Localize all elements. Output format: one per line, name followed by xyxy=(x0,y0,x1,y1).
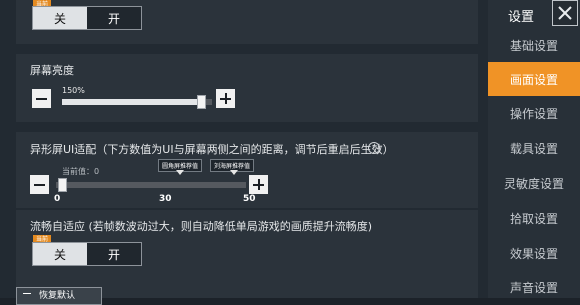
marker-notch xyxy=(230,170,238,175)
notch-slider-handle[interactable] xyxy=(58,178,67,192)
top-toggle-on-option[interactable]: 开 xyxy=(87,7,141,29)
smooth-label: 流畅自适应 (若帧数波动过大，则自动降低单局游戏的画质提升流畅度) xyxy=(30,220,373,233)
smooth-toggle-off-option[interactable]: 关 xyxy=(33,243,87,265)
settings-sidebar: 设置 基础设置 画面设置 操作设置 载具设置 灵敏度设置 拾取设置 效果设置 声… xyxy=(488,0,580,298)
settings-content: 当前 关 开 屏幕亮度 150% 异形屏UI适配（下方数值为UI与屏幕两侧之间的… xyxy=(0,0,488,305)
restore-icon xyxy=(23,293,31,294)
restore-default-button[interactable]: 恢复默认 xyxy=(16,287,102,305)
sidebar-item-controls[interactable]: 操作设置 xyxy=(488,96,580,130)
tick-0: 0 xyxy=(54,194,61,204)
close-icon xyxy=(558,6,572,20)
brightness-slider-handle[interactable] xyxy=(196,95,206,109)
sidebar-item-sound[interactable]: 声音设置 xyxy=(488,270,580,304)
tick-30: 30 xyxy=(159,194,172,204)
smooth-toggle-on-option[interactable]: 开 xyxy=(87,243,141,265)
minus-icon xyxy=(36,97,47,100)
sidebar-item-basic[interactable]: 基础设置 xyxy=(488,28,580,62)
brightness-panel: 屏幕亮度 150% xyxy=(16,54,478,122)
notch-current-value: 当前值：0 xyxy=(62,167,100,176)
brightness-value: 150% xyxy=(62,86,85,95)
sidebar-item-sensitivity[interactable]: 灵敏度设置 xyxy=(488,166,580,200)
top-toggle-off-option[interactable]: 关 xyxy=(33,7,87,29)
minus-icon xyxy=(34,183,45,186)
notch-panel: 异形屏UI适配（下方数值为UI与屏幕两侧之间的距离，调节后重启后生效） ? 当前… xyxy=(16,132,478,208)
top-setting-panel: 当前 关 开 xyxy=(16,0,478,44)
brightness-minus-button[interactable] xyxy=(32,89,51,108)
brightness-label: 屏幕亮度 xyxy=(30,64,74,77)
sidebar-item-pickup[interactable]: 拾取设置 xyxy=(488,201,580,235)
close-button[interactable] xyxy=(552,0,578,26)
tick-50: 50 xyxy=(243,194,256,204)
brightness-plus-button[interactable] xyxy=(216,89,235,108)
sidebar-item-graphics[interactable]: 画面设置 xyxy=(488,62,580,96)
brightness-fill xyxy=(62,99,202,105)
help-icon[interactable]: ? xyxy=(368,142,380,154)
smooth-panel: 流畅自适应 (若帧数波动过大，则自动降低单局游戏的画质提升流畅度) 当前 关 开 xyxy=(16,210,478,298)
notch-track[interactable] xyxy=(56,182,246,188)
notch-label: 异形屏UI适配（下方数值为UI与屏幕两侧之间的距离，调节后重启后生效） xyxy=(30,143,394,156)
top-toggle[interactable]: 关 开 xyxy=(32,6,142,30)
sidebar-item-vehicle[interactable]: 载具设置 xyxy=(488,131,580,165)
notch-minus-button[interactable] xyxy=(30,175,49,194)
sidebar-item-effects[interactable]: 效果设置 xyxy=(488,236,580,270)
sidebar-title: 设置 xyxy=(508,10,535,25)
notch-plus-button[interactable] xyxy=(249,175,268,194)
marker-round-corner xyxy=(176,170,184,175)
smooth-toggle[interactable]: 关 开 xyxy=(32,242,142,266)
